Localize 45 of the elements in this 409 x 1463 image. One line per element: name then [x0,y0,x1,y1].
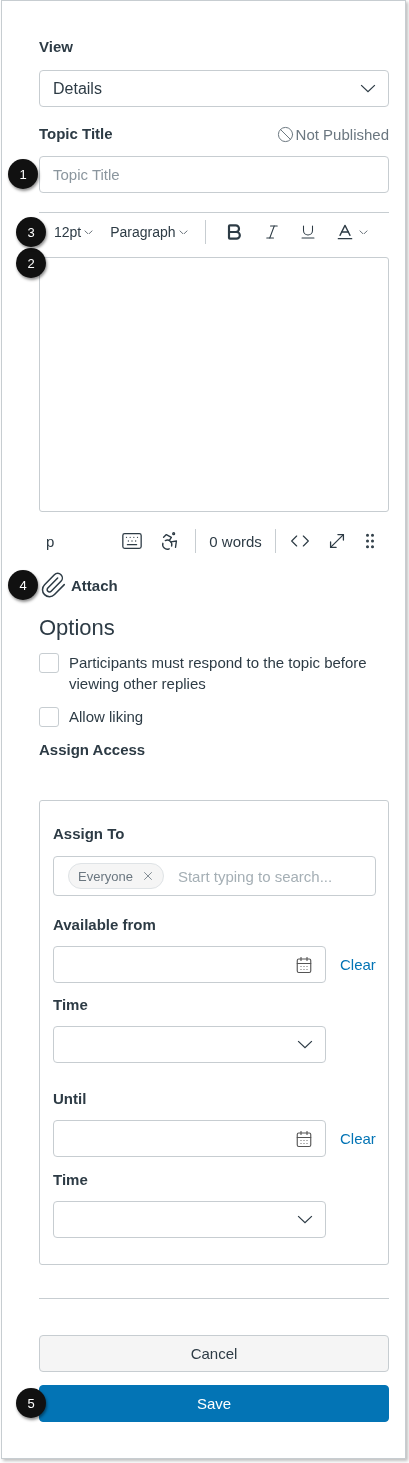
assign-search-field[interactable]: Everyone Start typing to search... [53,856,376,896]
view-select[interactable]: Details [39,70,389,107]
chevron-down-icon [360,84,376,93]
chevron-down-icon [297,1215,313,1224]
not-published-icon [276,125,294,143]
element-path: p [46,532,55,550]
callout-badge: 3 [16,217,46,247]
checkbox[interactable] [39,707,59,727]
callout-badge: 5 [16,1388,46,1418]
clear-link[interactable]: Clear [340,956,376,973]
save-button[interactable]: Save [39,1385,389,1422]
checkbox-label: Allow liking [69,707,144,727]
topic-title-label: Topic Title [39,124,113,144]
attach-button[interactable]: Attach [39,570,118,600]
font-size-dropdown[interactable]: 12pt [54,224,94,240]
assignee-tag[interactable]: Everyone [68,863,164,889]
checkbox[interactable] [39,653,59,673]
topic-title-input[interactable]: Topic Title [39,156,389,193]
chevron-down-icon [84,229,94,235]
checkbox-label: Participants must respond to the topic before viewing other replies [69,653,368,694]
chevron-down-icon [178,229,188,235]
assign-access-heading: Assign Access [39,740,147,760]
clear-link[interactable]: Clear [340,1130,376,1147]
time-label: Time [53,995,89,1015]
callout-badge: 4 [8,570,38,600]
paperclip-icon [39,571,67,599]
callout-badge: 1 [8,159,38,189]
date-label: Until [53,1089,88,1109]
calendar-icon [295,1129,313,1148]
callout-badge: 2 [16,248,46,278]
cancel-button[interactable]: Cancel [39,1335,389,1372]
date-field[interactable] [53,1120,326,1157]
block-format-dropdown[interactable]: Paragraph [110,224,188,240]
chevron-down-icon [297,1040,313,1049]
date-field[interactable] [53,946,326,983]
view-label: View [39,37,74,57]
time-label: Time [53,1170,89,1190]
calendar-icon [295,955,313,974]
chevron-down-icon [358,229,368,235]
publish-status: Not Published [276,125,389,143]
keyboard-icon[interactable] [121,530,144,552]
options-heading: Options [39,614,116,642]
assign-to-label: Assign To [53,824,126,844]
word-count: 0 words [209,532,262,550]
date-label: Available from [53,915,157,935]
